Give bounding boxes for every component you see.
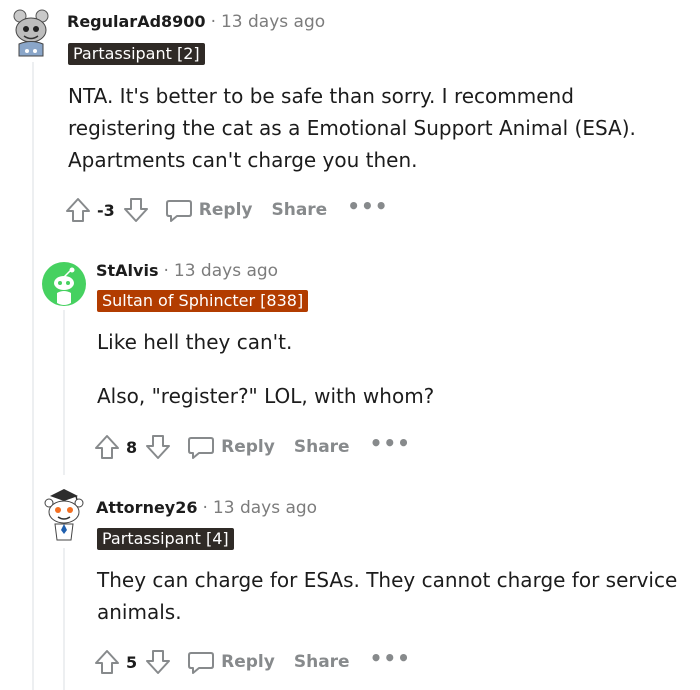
reply-label: Reply — [221, 437, 275, 457]
comment-actions: 8 Reply Share ••• — [92, 431, 411, 463]
meta-separator: · — [163, 261, 169, 281]
comment-text-line: Like hell they can't. — [97, 330, 293, 354]
comment-bubble-icon — [188, 437, 215, 459]
user-flair: Sultan of Sphincter [838] — [97, 290, 309, 312]
comment-meta: Attorney26 · 13 days ago — [96, 497, 317, 519]
comment-text-line: animals. — [97, 600, 182, 624]
comment-text-line: registering the cat as a Emotional Suppo… — [68, 116, 636, 140]
avatar[interactable] — [40, 486, 88, 541]
comment-bubble-icon — [165, 200, 192, 222]
more-dots-icon[interactable]: ••• — [370, 648, 411, 668]
snoo-avatar-icon — [44, 489, 84, 541]
meta-separator: · — [202, 498, 208, 518]
user-flair: Partassipant [4] — [97, 528, 234, 550]
comment-text-line: Also, "register?" LOL, with whom? — [97, 384, 435, 408]
reply-button[interactable]: Reply — [187, 433, 275, 461]
share-button[interactable]: Share — [271, 200, 327, 220]
comment-meta: RegularAd8900 · 13 days ago — [67, 11, 325, 33]
comment: RegularAd8900 · 13 days ago Partassipant [… — [0, 0, 700, 235]
share-button[interactable]: Share — [294, 437, 350, 457]
arrow-down-icon[interactable] — [121, 194, 151, 226]
arrow-up-icon[interactable] — [63, 194, 93, 226]
comment: Attorney26 · 13 days ago Partassipant [4] … — [0, 486, 700, 690]
meta-separator: · — [210, 12, 216, 32]
share-button[interactable]: Share — [294, 652, 350, 672]
comment-body: NTA. It's better to be safe than sorry. … — [68, 80, 688, 176]
comment-text-line: NTA. It's better to be safe than sorry. … — [68, 84, 574, 108]
comment: StAlvis · 13 days ago Sultan of Sphincter … — [0, 250, 700, 480]
timestamp[interactable]: 13 days ago — [221, 12, 325, 32]
comment-text-line: They can charge for ESAs. They cannot ch… — [97, 568, 678, 592]
comment-meta: StAlvis · 13 days ago — [96, 260, 278, 282]
arrow-up-icon[interactable] — [92, 646, 122, 678]
timestamp[interactable]: 13 days ago — [174, 261, 278, 281]
arrow-up-icon[interactable] — [92, 431, 122, 463]
arrow-down-icon[interactable] — [143, 431, 173, 463]
avatar[interactable] — [41, 261, 89, 309]
snoo-avatar-icon — [13, 9, 49, 57]
comment-body: They can charge for ESAs. They cannot ch… — [97, 564, 687, 628]
reply-label: Reply — [221, 652, 275, 672]
comment-text-line: Apartments can't charge you then. — [68, 148, 418, 172]
comment-actions: 5 Reply Share ••• — [92, 646, 411, 678]
comment-body: Like hell they can't. Also, "register?" … — [97, 326, 687, 412]
timestamp[interactable]: 13 days ago — [213, 498, 317, 518]
vote-score: 8 — [126, 437, 138, 457]
reply-button[interactable]: Reply — [187, 648, 275, 676]
vote-score: 5 — [126, 652, 138, 672]
avatar[interactable] — [7, 6, 55, 57]
snoo-avatar-icon — [42, 262, 86, 306]
comment-actions: -3 Reply Share ••• — [63, 194, 389, 226]
more-dots-icon[interactable]: ••• — [347, 196, 388, 216]
reply-button[interactable]: Reply — [165, 196, 253, 224]
comment-bubble-icon — [188, 652, 215, 674]
username[interactable]: RegularAd8900 — [67, 12, 206, 31]
username[interactable]: StAlvis — [96, 261, 158, 280]
user-flair: Partassipant [2] — [68, 43, 205, 65]
arrow-down-icon[interactable] — [143, 646, 173, 678]
vote-score: -3 — [97, 200, 115, 220]
reply-label: Reply — [198, 200, 253, 220]
more-dots-icon[interactable]: ••• — [370, 433, 411, 453]
username[interactable]: Attorney26 — [96, 498, 198, 517]
